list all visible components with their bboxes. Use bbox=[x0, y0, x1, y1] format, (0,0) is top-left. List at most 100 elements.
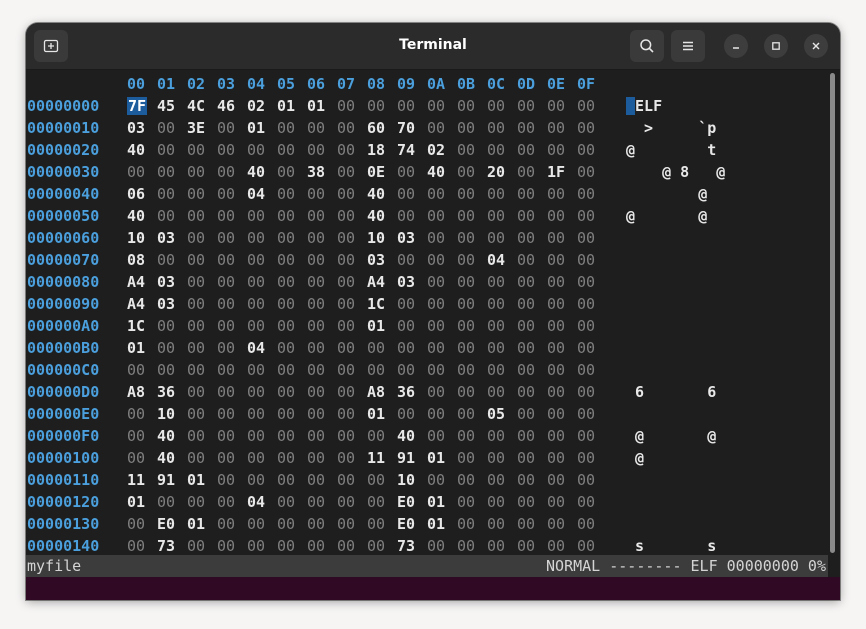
hex-byte[interactable]: 38 bbox=[307, 161, 337, 183]
hex-byte[interactable]: 03 bbox=[127, 117, 157, 139]
hex-byte[interactable]: 00 bbox=[517, 381, 547, 403]
hex-byte[interactable]: 00 bbox=[487, 293, 517, 315]
hex-byte[interactable]: 00 bbox=[577, 95, 607, 117]
hex-byte[interactable]: 00 bbox=[427, 95, 457, 117]
hex-byte[interactable]: 00 bbox=[187, 161, 217, 183]
hex-byte[interactable]: 00 bbox=[217, 359, 247, 381]
hex-byte[interactable]: 00 bbox=[517, 205, 547, 227]
row-hex-bytes[interactable]: 40 00 00 00 00 00 00 00 40 00 00 00 00 00 00 00 bbox=[127, 205, 607, 227]
hex-byte[interactable]: 00 bbox=[277, 249, 307, 271]
hex-byte[interactable]: 00 bbox=[367, 425, 397, 447]
hex-byte[interactable]: 00 bbox=[457, 139, 487, 161]
hex-byte[interactable]: 00 bbox=[277, 315, 307, 337]
hex-byte[interactable]: 00 bbox=[247, 381, 277, 403]
hex-byte[interactable]: 00 bbox=[457, 469, 487, 491]
hex-byte[interactable]: 00 bbox=[487, 183, 517, 205]
hex-byte[interactable]: 00 bbox=[397, 403, 427, 425]
hex-byte[interactable]: 46 bbox=[217, 95, 247, 117]
hex-byte[interactable]: 00 bbox=[577, 249, 607, 271]
hex-byte[interactable]: 00 bbox=[577, 161, 607, 183]
hex-byte[interactable]: 00 bbox=[217, 293, 247, 315]
hex-byte[interactable]: 00 bbox=[397, 161, 427, 183]
hex-byte[interactable]: 00 bbox=[457, 491, 487, 513]
hex-byte[interactable]: 00 bbox=[217, 249, 247, 271]
hex-byte[interactable]: 00 bbox=[337, 117, 367, 139]
hex-byte[interactable]: 00 bbox=[307, 139, 337, 161]
cursor-byte[interactable]: 7F bbox=[127, 95, 157, 117]
hex-byte[interactable]: 00 bbox=[427, 315, 457, 337]
hex-byte[interactable]: 00 bbox=[187, 227, 217, 249]
close-button[interactable] bbox=[804, 34, 828, 58]
hex-byte[interactable]: 00 bbox=[337, 403, 367, 425]
hex-byte[interactable]: 00 bbox=[487, 513, 517, 535]
hex-byte[interactable]: 00 bbox=[277, 139, 307, 161]
row-hex-bytes[interactable]: 00 40 00 00 00 00 00 00 11 91 01 00 00 00 00 00 bbox=[127, 447, 607, 469]
hex-byte[interactable]: 00 bbox=[217, 535, 247, 557]
hex-byte[interactable]: 00 bbox=[217, 425, 247, 447]
hex-byte[interactable]: 03 bbox=[157, 227, 187, 249]
hex-byte[interactable]: 10 bbox=[397, 469, 427, 491]
hex-byte[interactable]: 00 bbox=[427, 249, 457, 271]
hex-byte[interactable]: 73 bbox=[157, 535, 187, 557]
hex-byte[interactable]: 00 bbox=[427, 469, 457, 491]
hex-byte[interactable]: 00 bbox=[517, 513, 547, 535]
hex-byte[interactable]: 00 bbox=[517, 535, 547, 557]
hex-byte[interactable]: 00 bbox=[457, 535, 487, 557]
row-hex-bytes[interactable]: 00 E0 01 00 00 00 00 00 00 E0 01 00 00 00 00 00 bbox=[127, 513, 607, 535]
row-hex-bytes[interactable]: 08 00 00 00 00 00 00 00 03 00 00 00 04 00 00 00 bbox=[127, 249, 607, 271]
hex-byte[interactable]: 00 bbox=[427, 271, 457, 293]
hex-byte[interactable]: 00 bbox=[457, 95, 487, 117]
hex-byte[interactable]: 00 bbox=[337, 359, 367, 381]
hex-byte[interactable]: 00 bbox=[337, 337, 367, 359]
hex-byte[interactable]: 00 bbox=[337, 315, 367, 337]
hex-byte[interactable]: 00 bbox=[277, 227, 307, 249]
hex-byte[interactable]: 00 bbox=[187, 403, 217, 425]
hex-byte[interactable]: 01 bbox=[187, 469, 217, 491]
hex-byte[interactable]: 00 bbox=[337, 513, 367, 535]
hex-byte[interactable]: 00 bbox=[277, 271, 307, 293]
hex-byte[interactable]: 05 bbox=[487, 403, 517, 425]
row-hex-bytes[interactable]: A4 03 00 00 00 00 00 00 1C 00 00 00 00 00 00 00 bbox=[127, 293, 607, 315]
hex-byte[interactable]: 00 bbox=[547, 535, 577, 557]
hex-byte[interactable]: 00 bbox=[277, 469, 307, 491]
hex-byte[interactable]: 00 bbox=[487, 491, 517, 513]
hex-byte[interactable]: E0 bbox=[397, 513, 427, 535]
hex-byte[interactable]: 00 bbox=[547, 491, 577, 513]
hex-byte[interactable]: 00 bbox=[187, 139, 217, 161]
hex-byte[interactable]: 00 bbox=[187, 381, 217, 403]
hex-byte[interactable]: 00 bbox=[337, 469, 367, 491]
hex-byte[interactable]: 00 bbox=[457, 117, 487, 139]
row-hex-bytes[interactable]: A8 36 00 00 00 00 00 00 A8 36 00 00 00 00 00 00 bbox=[127, 381, 607, 403]
hex-byte[interactable]: 06 bbox=[127, 183, 157, 205]
hex-byte[interactable]: 00 bbox=[487, 425, 517, 447]
hex-byte[interactable]: 0E bbox=[367, 161, 397, 183]
hex-byte[interactable]: 00 bbox=[157, 337, 187, 359]
hex-byte[interactable]: 00 bbox=[427, 381, 457, 403]
search-button[interactable] bbox=[630, 30, 664, 62]
hex-byte[interactable]: 00 bbox=[577, 337, 607, 359]
hex-byte[interactable]: 00 bbox=[547, 337, 577, 359]
maximize-button[interactable] bbox=[764, 34, 788, 58]
hex-byte[interactable]: 00 bbox=[487, 447, 517, 469]
hex-byte[interactable]: 00 bbox=[277, 337, 307, 359]
hex-byte[interactable]: 00 bbox=[397, 95, 427, 117]
hex-byte[interactable]: 00 bbox=[127, 403, 157, 425]
hex-byte[interactable]: 10 bbox=[367, 227, 397, 249]
hex-byte[interactable]: 00 bbox=[547, 205, 577, 227]
hex-byte[interactable]: 01 bbox=[127, 337, 157, 359]
hex-byte[interactable]: 40 bbox=[397, 425, 427, 447]
hex-byte[interactable]: 00 bbox=[307, 337, 337, 359]
hex-byte[interactable]: 00 bbox=[517, 95, 547, 117]
hex-byte[interactable]: 00 bbox=[157, 139, 187, 161]
hex-byte[interactable]: 00 bbox=[517, 337, 547, 359]
hex-byte[interactable]: 00 bbox=[277, 359, 307, 381]
hex-byte[interactable]: E0 bbox=[397, 491, 427, 513]
hex-byte[interactable]: 03 bbox=[397, 227, 427, 249]
hex-byte[interactable]: 40 bbox=[367, 183, 397, 205]
hex-byte[interactable]: 00 bbox=[157, 183, 187, 205]
hex-byte[interactable]: 91 bbox=[397, 447, 427, 469]
hex-byte[interactable]: 4C bbox=[187, 95, 217, 117]
hex-byte[interactable]: 00 bbox=[217, 381, 247, 403]
hex-byte[interactable]: 00 bbox=[187, 183, 217, 205]
hex-byte[interactable]: 00 bbox=[127, 359, 157, 381]
